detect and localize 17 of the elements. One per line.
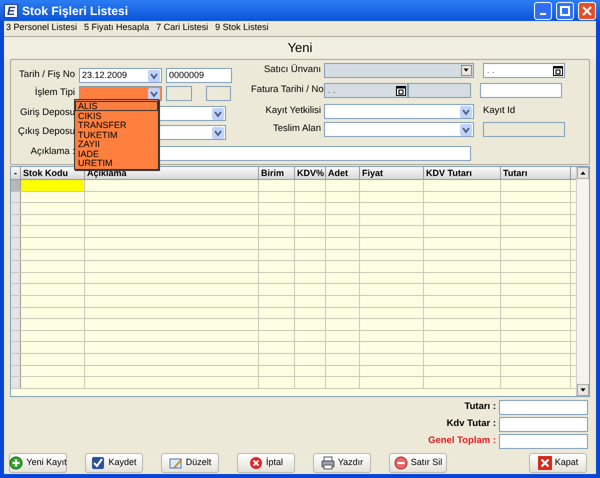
total-label: Genel Toplam : <box>428 434 496 448</box>
total-label: Tutarı : <box>464 400 496 414</box>
app-icon: E <box>4 4 18 18</box>
field-label: Giriş Deposu <box>19 106 75 120</box>
field-label: Satıcı Ünvanı <box>262 63 321 78</box>
field-label: Kayıt Id <box>483 104 516 118</box>
form-header: Yeni <box>4 36 596 58</box>
field-label: Çıkış Deposu <box>16 125 75 140</box>
field-label: Fatura Tarihi / No <box>251 83 321 98</box>
field-label: Teslim Alan <box>272 122 321 136</box>
field-label: Açıklama : <box>30 145 75 159</box>
field-label: İşlem Tipi <box>34 86 75 100</box>
column-header: - <box>11 167 21 179</box>
total-label: Kdv Tutar : <box>446 417 496 432</box>
window-title: Stok Fişleri Listesi <box>22 2 130 20</box>
field-label: Tarih / Fiş No <box>18 68 75 82</box>
field-label: Kayıt Yetkilisi <box>264 104 321 118</box>
